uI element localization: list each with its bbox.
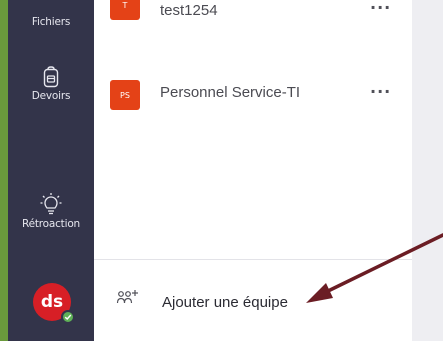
team-row[interactable]: PS Personnel Service-TI ··· bbox=[94, 72, 412, 116]
divider bbox=[94, 259, 412, 260]
more-options-icon[interactable]: ··· bbox=[370, 0, 391, 17]
app-bar-item-devoirs[interactable]: Devoirs bbox=[8, 66, 94, 102]
content-area bbox=[412, 0, 443, 341]
presence-available-icon bbox=[61, 310, 75, 324]
app-bar-item-label: Devoirs bbox=[31, 90, 71, 102]
app-bar-item-retroaction[interactable]: Rétroaction bbox=[8, 192, 94, 230]
team-avatar-tile: T bbox=[110, 0, 140, 20]
add-team-icon bbox=[116, 290, 138, 304]
team-avatar-tile: PS bbox=[110, 80, 140, 110]
team-tile-initials: T bbox=[122, 0, 128, 10]
left-accent-strip bbox=[0, 0, 8, 341]
checkmark-icon bbox=[64, 314, 72, 320]
team-tile-initials: PS bbox=[120, 90, 130, 100]
app-bar: Fichiers Devoirs Rétroaction ds bbox=[8, 0, 94, 341]
app-bar-item-label: Rétroaction bbox=[21, 218, 81, 230]
avatar-initials: ds bbox=[40, 292, 64, 312]
app-bar-item-label: Fichiers bbox=[31, 16, 71, 28]
teams-list-panel: T test1254 ··· PS Personnel Service-TI ·… bbox=[94, 0, 412, 341]
lightbulb-icon bbox=[40, 193, 62, 215]
team-row[interactable]: T test1254 ··· bbox=[94, 0, 412, 44]
add-team-button[interactable]: Ajouter une équipe bbox=[94, 272, 412, 318]
team-name: Personnel Service-TI bbox=[160, 84, 301, 101]
add-team-label: Ajouter une équipe bbox=[162, 294, 288, 311]
more-options-icon[interactable]: ··· bbox=[370, 82, 391, 101]
team-name: test1254 bbox=[160, 2, 218, 19]
backpack-icon bbox=[43, 66, 59, 88]
app-bar-item-fichiers[interactable]: Fichiers bbox=[8, 4, 94, 28]
